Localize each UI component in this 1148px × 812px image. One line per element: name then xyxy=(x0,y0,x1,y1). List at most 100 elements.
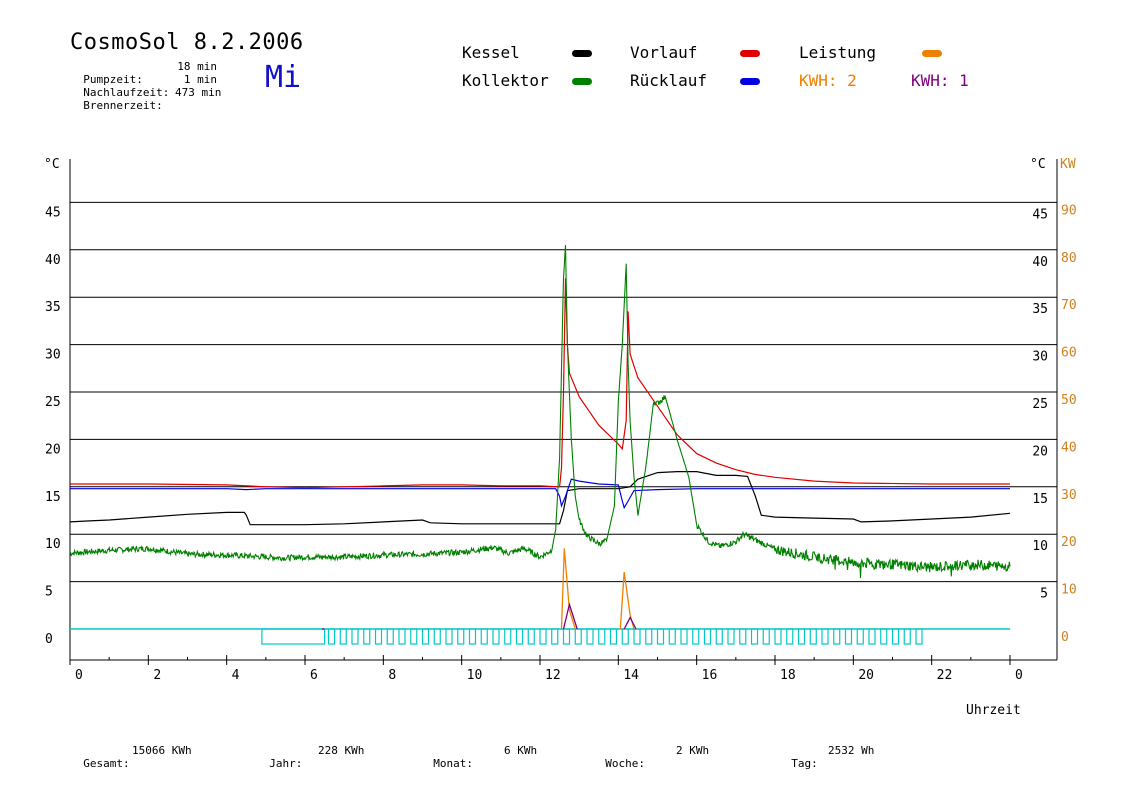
pump-pulse xyxy=(504,628,512,645)
series-kessel xyxy=(69,471,1011,526)
pump-pulse xyxy=(786,628,794,645)
footer-gesamt: Gesamt: 15066 KWh xyxy=(70,744,191,770)
y-tick-label-right: 15 xyxy=(1032,492,1048,507)
series-kwh2-peak-2 xyxy=(623,616,637,630)
y-tick-label-left: 15 xyxy=(45,490,61,505)
x-tick-label: 22 xyxy=(937,668,953,683)
y-tick-label-left: 45 xyxy=(45,205,61,220)
pump-pulse xyxy=(668,628,676,645)
y-axis-unit-left: °C xyxy=(44,157,60,172)
pump-pulse xyxy=(656,628,665,645)
y-tick-label-right: 40 xyxy=(1032,255,1048,270)
pump-pulse xyxy=(891,628,900,645)
pump-pulse xyxy=(433,628,441,645)
footer-value: 6 KWh xyxy=(504,744,538,757)
x-tick-label: 14 xyxy=(623,668,639,683)
y-tick-label-left: 30 xyxy=(45,348,61,363)
pump-pulse xyxy=(598,628,606,645)
y-tick-label-left: 10 xyxy=(45,537,61,552)
y-tick-label-left: 40 xyxy=(45,253,61,268)
footer-value: 228 KWh xyxy=(318,744,365,757)
power-tick-label: 20 xyxy=(1061,535,1077,550)
pump-pulse xyxy=(351,628,359,645)
pump-pulse xyxy=(692,628,700,645)
y-tick-label-right: 20 xyxy=(1032,444,1048,459)
y-tick-label-right: 5 xyxy=(1040,587,1048,602)
series-kwh2-peak-1 xyxy=(562,601,578,630)
y-tick-label-right: 45 xyxy=(1032,207,1048,222)
x-tick-label: 0 xyxy=(75,668,83,683)
pump-pulse xyxy=(339,628,347,645)
power-tick-label: 40 xyxy=(1061,440,1077,455)
pump-pulse xyxy=(809,628,817,645)
pump-pulse xyxy=(445,628,453,645)
power-tick-label: 90 xyxy=(1061,203,1077,218)
pump-pulse xyxy=(680,628,688,645)
pump-pulse xyxy=(645,628,653,645)
y-tick-label-right: 30 xyxy=(1032,350,1048,365)
pump-pulse xyxy=(410,628,418,645)
pump-pulse xyxy=(703,628,712,645)
pump-pulse xyxy=(609,628,618,645)
y-tick-label-left: 0 xyxy=(45,632,53,647)
footer-label: Jahr: xyxy=(269,757,303,770)
pump-pulse xyxy=(868,628,876,645)
pump-pulse xyxy=(797,628,806,645)
footer-label: Monat: xyxy=(433,757,473,770)
pump-pulse xyxy=(856,628,864,645)
footer-label: Tag: xyxy=(791,757,818,770)
x-axis-label: Uhrzeit xyxy=(966,703,1021,718)
power-tick-label: 80 xyxy=(1061,251,1077,266)
y-tick-label-left: 5 xyxy=(45,585,53,600)
pump-pulse xyxy=(880,628,888,645)
x-tick-label: 20 xyxy=(858,668,874,683)
pump-pulse xyxy=(774,628,782,645)
pump-pulse xyxy=(727,628,735,645)
pump-block xyxy=(261,628,326,645)
footer-woche: Woche: 2 KWh xyxy=(592,744,709,770)
pump-pulse xyxy=(527,628,535,645)
y-tick-label-left: 25 xyxy=(45,395,61,410)
x-tick-label: 6 xyxy=(310,668,318,683)
pump-pulse xyxy=(762,628,770,645)
y-tick-label-right: 35 xyxy=(1032,302,1048,317)
pump-pulse xyxy=(457,628,465,645)
pump-pulse xyxy=(539,628,547,645)
power-tick-label: 60 xyxy=(1061,346,1077,361)
power-tick-label: 0 xyxy=(1061,630,1069,645)
footer-jahr: Jahr: 228 KWh xyxy=(256,744,364,770)
y-tick-label-left: 35 xyxy=(45,300,61,315)
pump-pulse xyxy=(915,628,923,645)
pump-pulse xyxy=(586,628,594,645)
pump-pulse xyxy=(903,628,911,645)
pump-pulse xyxy=(574,628,582,645)
pump-pulse xyxy=(468,628,477,645)
footer-value: 2532 Wh xyxy=(828,744,875,757)
x-tick-label: 8 xyxy=(388,668,396,683)
pump-pulse xyxy=(633,628,641,645)
pump-pulse xyxy=(480,628,488,645)
footer-label: Woche: xyxy=(605,757,645,770)
pump-pulse xyxy=(515,628,524,645)
x-tick-label: 2 xyxy=(153,668,161,683)
chart-ticks: 0 2 4 6 8 10 12 14 16 18 20 22 0 0 5 5 10 10 15 15 20 20 25 25 3… xyxy=(45,203,1077,683)
pump-pulse xyxy=(551,628,559,645)
y-tick-label-right: 10 xyxy=(1032,539,1048,554)
footer-tag: Tag: 2532 Wh xyxy=(778,744,874,770)
series-kollektor xyxy=(69,245,1011,579)
power-axis-unit: KW xyxy=(1060,157,1076,172)
x-tick-label: 18 xyxy=(780,668,796,683)
series-vorlauf xyxy=(70,278,1010,489)
power-tick-label: 10 xyxy=(1061,583,1077,598)
pump-pulse xyxy=(421,628,430,645)
pump-pulse xyxy=(386,628,394,645)
power-tick-label: 50 xyxy=(1061,393,1077,408)
pump-pulse xyxy=(327,628,336,645)
pump-pulse xyxy=(715,628,723,645)
footer-monat: Monat: 6 KWh xyxy=(420,744,537,770)
pump-pulse xyxy=(821,628,829,645)
x-tick-label: 16 xyxy=(702,668,718,683)
pump-pulse xyxy=(844,628,853,645)
pump-pulse xyxy=(739,628,747,645)
footer-value: 15066 KWh xyxy=(132,744,192,757)
